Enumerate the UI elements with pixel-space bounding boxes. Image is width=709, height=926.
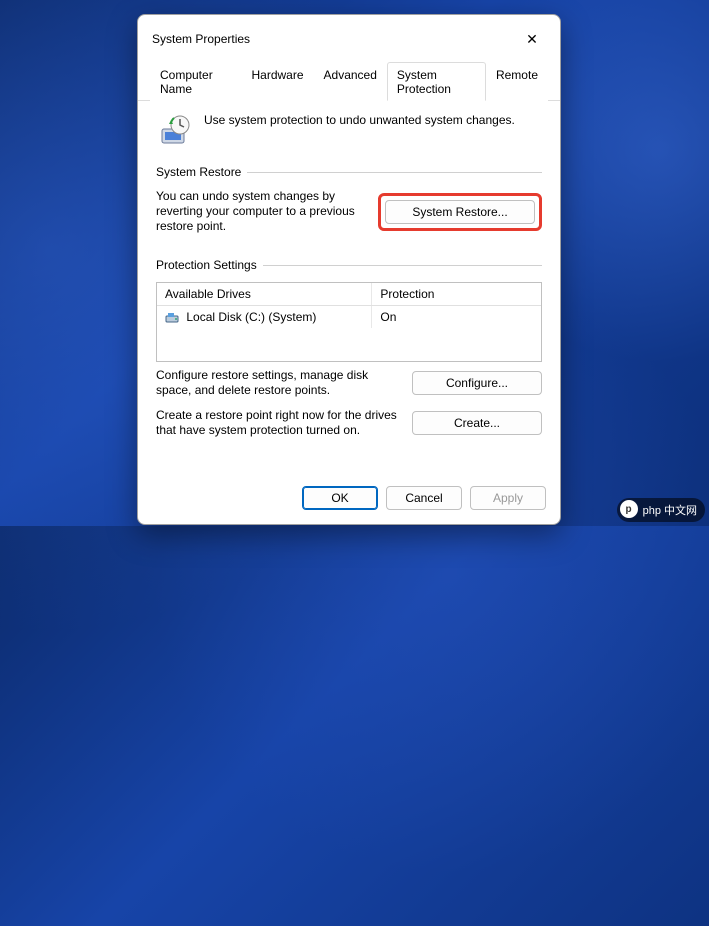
configure-desc: Configure restore settings, manage disk … [156, 368, 400, 398]
drives-table[interactable]: Available Drives Protection Local Disk (… [156, 282, 542, 362]
create-button[interactable]: Create... [412, 411, 542, 435]
tab-advanced[interactable]: Advanced [314, 62, 387, 101]
tab-hardware[interactable]: Hardware [241, 62, 313, 101]
tab-system-protection[interactable]: System Protection [387, 62, 486, 101]
system-restore-legend: System Restore [156, 165, 247, 179]
tab-computer-name[interactable]: Computer Name [150, 62, 241, 101]
system-restore-section: System Restore You can undo system chang… [156, 165, 542, 244]
watermark: p php 中文网 [617, 498, 705, 522]
drive-protection: On [372, 306, 541, 328]
create-desc: Create a restore point right now for the… [156, 408, 400, 438]
close-icon: ✕ [526, 31, 538, 48]
drive-icon [165, 312, 179, 324]
cancel-button[interactable]: Cancel [386, 486, 462, 510]
drive-name: Local Disk (C:) (System) [186, 310, 316, 324]
col-available-drives: Available Drives [157, 283, 372, 305]
system-restore-desc: You can undo system changes by reverting… [156, 189, 366, 234]
apply-button[interactable]: Apply [470, 486, 546, 510]
protection-settings-legend: Protection Settings [156, 258, 263, 272]
tab-bar: Computer Name Hardware Advanced System P… [138, 61, 560, 101]
table-row[interactable]: Local Disk (C:) (System) On [157, 306, 541, 328]
dialog-body: Use system protection to undo unwanted s… [138, 101, 560, 476]
dialog-footer: OK Cancel Apply [138, 476, 560, 524]
configure-button[interactable]: Configure... [412, 371, 542, 395]
col-protection: Protection [372, 283, 541, 305]
table-header: Available Drives Protection [157, 283, 541, 306]
system-restore-button[interactable]: System Restore... [385, 200, 535, 224]
protection-settings-section: Protection Settings Available Drives Pro… [156, 258, 542, 448]
ok-button[interactable]: OK [302, 486, 378, 510]
dialog-title: System Properties [152, 32, 250, 46]
intro-text: Use system protection to undo unwanted s… [204, 113, 542, 128]
system-restore-icon [158, 113, 192, 147]
system-restore-highlight: System Restore... [378, 193, 542, 231]
titlebar: System Properties ✕ [138, 15, 560, 61]
php-logo-icon: p [620, 500, 638, 518]
close-button[interactable]: ✕ [518, 25, 546, 53]
watermark-text: php 中文网 [643, 502, 697, 518]
system-properties-dialog: System Properties ✕ Computer Name Hardwa… [137, 14, 561, 525]
tab-remote[interactable]: Remote [486, 62, 548, 101]
intro-row: Use system protection to undo unwanted s… [156, 113, 542, 147]
